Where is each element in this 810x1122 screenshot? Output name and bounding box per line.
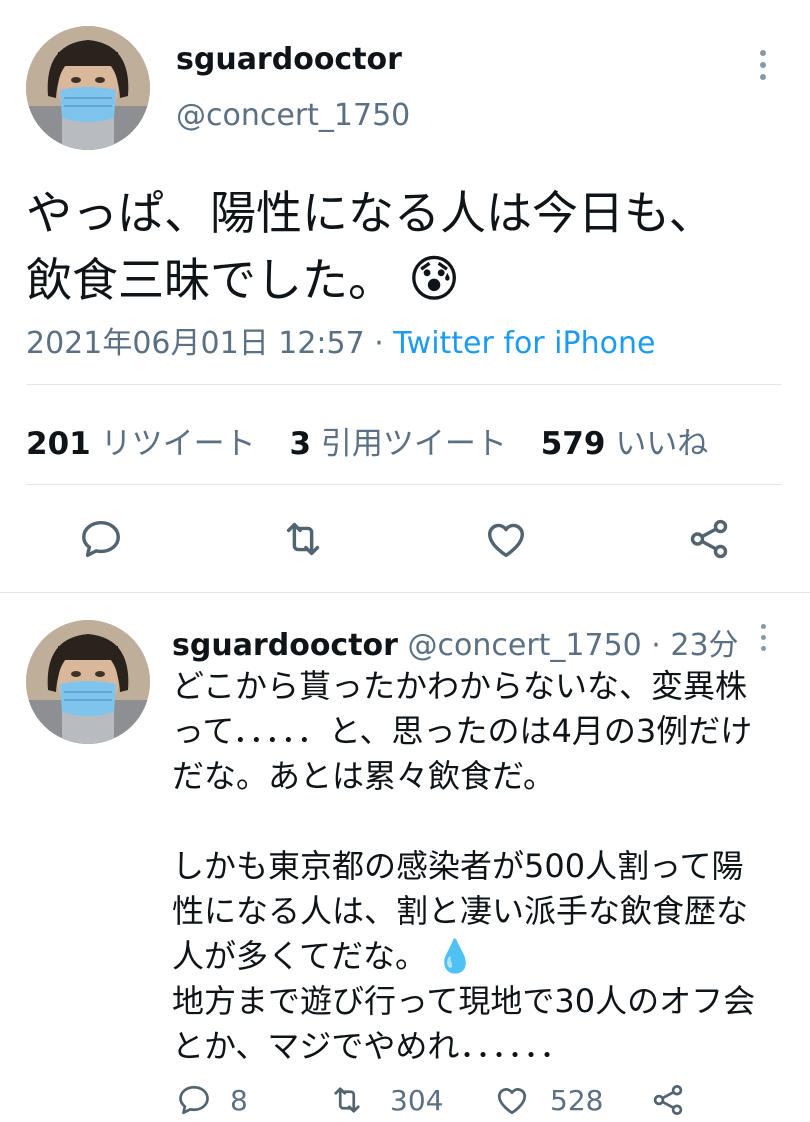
tweet-text-line: やっぱ、陽性になる人は今日も、 [26, 186, 715, 240]
retweets-stat[interactable]: 201 リツイート [26, 426, 256, 462]
likes-stat[interactable]: 579 いいね [541, 426, 709, 462]
retweets-label: リツイート [100, 426, 256, 462]
reply-text-line: 地方まで遊び行って現地で30人のオフ会 [172, 982, 756, 1020]
reply-more-options-icon[interactable] [761, 624, 766, 651]
reply-count: 8 [230, 1084, 248, 1117]
reply-display-name[interactable]: sguardooctor [172, 628, 398, 663]
reply-like-icon[interactable] [494, 1082, 530, 1118]
reply-text-line: 性になる人は、割と凄い派手な飲食歴な [172, 892, 749, 930]
reply-share-icon[interactable] [650, 1082, 686, 1118]
reply-icon[interactable] [78, 516, 124, 562]
section-divider [0, 592, 810, 593]
reply-separator: · [641, 628, 671, 663]
reply-text-line: 人が多くてだな。 [172, 937, 428, 975]
reply-text-line: だな。あとは累々飲食だ。 [172, 757, 556, 795]
reply-text-line: って．．．．．と、思ったのは4月の3例だけ [172, 712, 753, 750]
reply-retweet-icon[interactable] [328, 1082, 366, 1118]
divider [26, 484, 782, 485]
tweet-text-line: 飲食三昧でした。 [26, 253, 394, 307]
reply-header: sguardooctor @concert_1750 · 23分 [172, 620, 739, 664]
likes-label: いいね [615, 426, 709, 462]
reply-avatar[interactable] [26, 620, 150, 744]
tweet-meta: 2021年06月01日 12:57 · Twitter for iPhone [26, 318, 655, 362]
reply-text: どこから貰ったかわからないな、変異株 って．．．．．と、思ったのは4月の3例だけ… [172, 664, 755, 1069]
like-count: 528 [550, 1084, 604, 1117]
tweet-text: やっぱ、陽性になる人は今日も、 飲食三昧でした。 😰 [26, 180, 715, 313]
quotes-count: 3 [289, 426, 312, 462]
like-icon[interactable] [482, 516, 530, 562]
reply-handle[interactable]: @concert_1750 [408, 628, 642, 663]
reply-text-line [172, 799, 755, 844]
more-options-icon[interactable] [760, 50, 766, 80]
likes-count: 579 [540, 426, 606, 462]
display-name[interactable]: sguardooctor [176, 42, 402, 77]
retweet-icon[interactable] [278, 516, 328, 562]
quotes-stat[interactable]: 3 引用ツイート [289, 426, 506, 462]
handle[interactable]: @concert_1750 [176, 98, 410, 133]
retweet-count: 304 [390, 1084, 444, 1117]
reply-text-line: どこから貰ったかわからないな、変異株 [172, 667, 748, 705]
reply-reply-icon[interactable] [176, 1082, 212, 1118]
engagement-stats: 201 リツイート 3 引用ツイート 579 いいね [26, 418, 708, 463]
retweets-count: 201 [26, 426, 91, 462]
divider [26, 384, 782, 385]
meta-separator: · [364, 326, 394, 361]
source-link[interactable]: Twitter for iPhone [393, 326, 655, 361]
reply-text-line: とか、マジでやめれ．．．．．． [172, 1027, 572, 1065]
reply-text-line: しかも東京都の感染者が500人割って陽 [172, 847, 744, 885]
timestamp[interactable]: 2021年06月01日 12:57 [26, 326, 365, 361]
avatar[interactable] [26, 26, 150, 150]
droplet-emoji: 💧 [435, 937, 475, 975]
anxious-face-emoji: 😰 [408, 250, 461, 308]
share-icon[interactable] [686, 516, 732, 562]
quotes-label: 引用ツイート [320, 426, 507, 462]
reply-time[interactable]: 23分 [670, 628, 738, 663]
